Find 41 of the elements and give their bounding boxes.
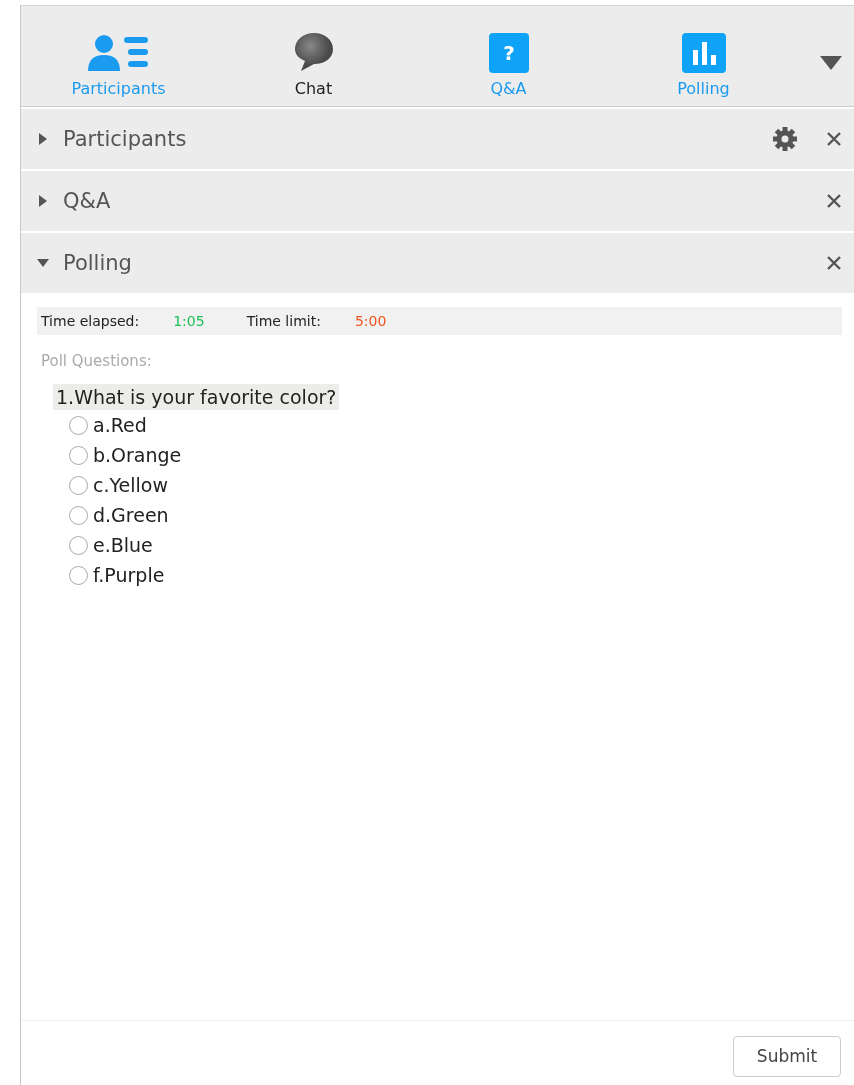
limit-label: Time limit: bbox=[246, 313, 321, 329]
settings-icon bbox=[772, 126, 798, 152]
section-title: Participants bbox=[63, 127, 188, 151]
close-icon bbox=[826, 131, 842, 147]
close-button[interactable] bbox=[826, 255, 842, 271]
poll-questions-label: Poll Questions: bbox=[41, 352, 153, 370]
close-button[interactable] bbox=[826, 131, 842, 147]
caret-right-icon bbox=[37, 195, 49, 207]
bar-chart-icon bbox=[681, 33, 726, 73]
close-button[interactable] bbox=[826, 193, 842, 209]
caret-right-icon bbox=[37, 133, 49, 145]
radio-button[interactable] bbox=[69, 535, 88, 555]
speech-bubble-icon bbox=[292, 31, 335, 73]
time-limit: 5:00 bbox=[354, 313, 387, 329]
toolbar-tab[interactable]: Chat bbox=[216, 6, 411, 106]
dropdown-caret-icon[interactable] bbox=[820, 56, 842, 70]
section-header[interactable]: Participants bbox=[21, 109, 854, 169]
question-icon: ? bbox=[488, 33, 529, 73]
section-title: Polling bbox=[63, 251, 133, 275]
radio-button[interactable] bbox=[69, 475, 88, 495]
option-label: e.Blue bbox=[93, 534, 153, 556]
option-label: d.Green bbox=[93, 504, 169, 526]
radio-button[interactable] bbox=[69, 445, 88, 465]
section-header[interactable]: Q&A bbox=[21, 171, 854, 231]
option-label: b.Orange bbox=[93, 444, 182, 466]
close-icon bbox=[826, 255, 842, 271]
radio-button[interactable] bbox=[69, 505, 88, 525]
caret-down-icon bbox=[37, 257, 49, 269]
close-icon bbox=[826, 193, 842, 209]
submit-button[interactable]: Submit bbox=[733, 1035, 841, 1077]
settings-button[interactable] bbox=[772, 126, 798, 152]
elapsed-time: 1:05 bbox=[173, 313, 205, 329]
radio-button[interactable] bbox=[69, 415, 88, 435]
option-label: c.Yellow bbox=[93, 474, 168, 496]
section-header[interactable]: Polling bbox=[21, 233, 854, 293]
radio-button[interactable] bbox=[69, 565, 88, 585]
elapsed-label: Time elapsed: bbox=[41, 313, 140, 329]
option-label: f.Purple bbox=[93, 564, 165, 586]
section-title: Q&A bbox=[63, 189, 112, 213]
option-label: a.Red bbox=[93, 414, 147, 436]
question-text: 1.What is your favorite color? bbox=[53, 384, 340, 410]
